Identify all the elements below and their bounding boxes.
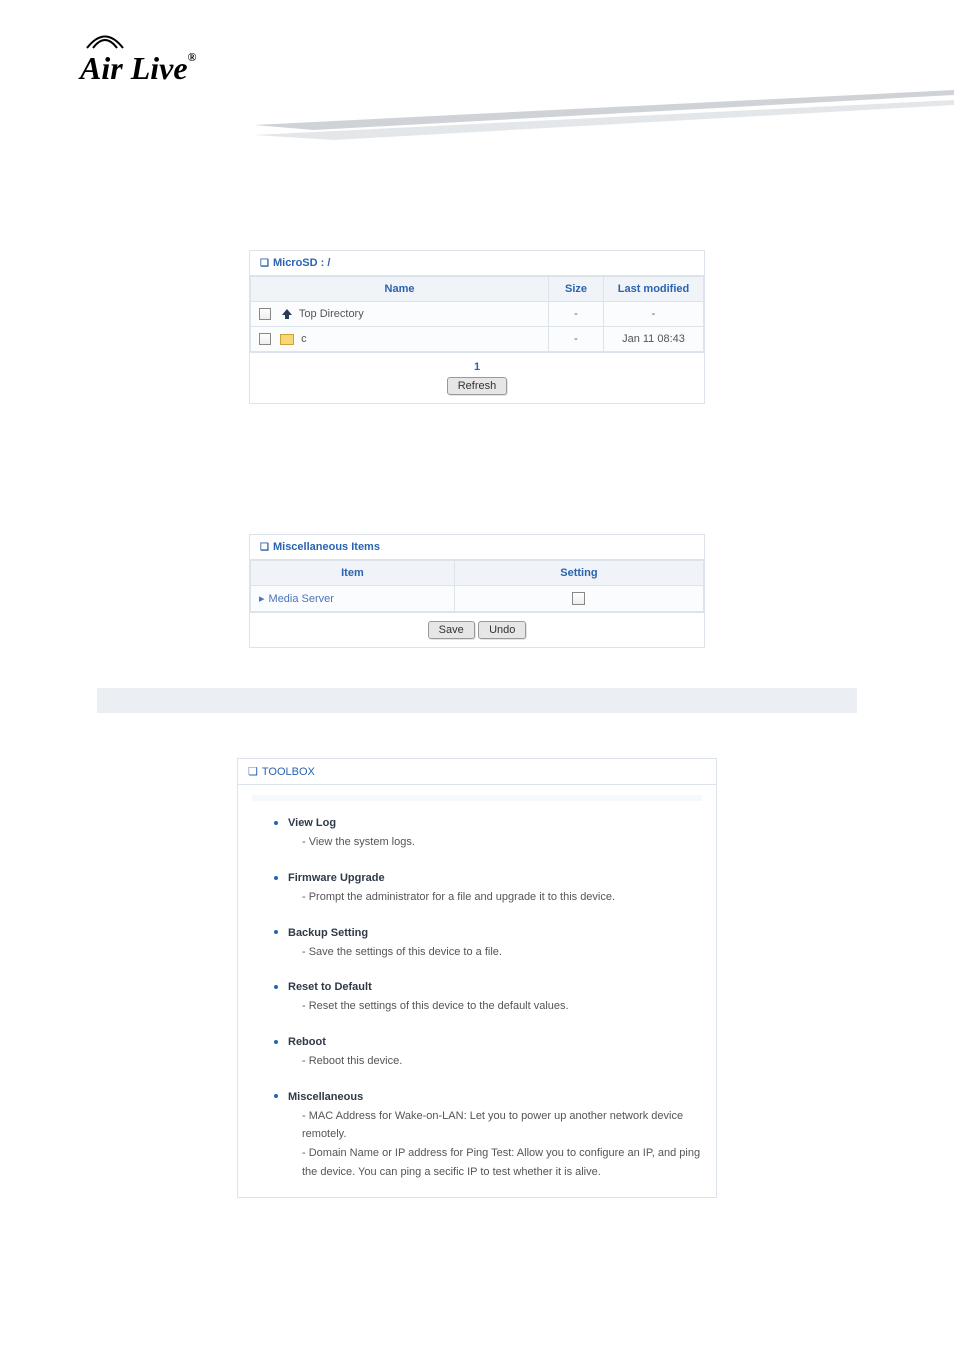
- bullet-icon: [274, 985, 278, 989]
- bullet-icon: [274, 876, 278, 880]
- toolbox-item-misc: Miscellaneous - MAC Address for Wake-on-…: [274, 1089, 702, 1182]
- page-header: Air Live®: [0, 0, 954, 150]
- toolbox-link[interactable]: Reboot: [288, 1036, 326, 1048]
- toolbox-item-reboot: Reboot - Reboot this device.: [274, 1034, 702, 1071]
- col-name: Name: [251, 277, 549, 302]
- refresh-button[interactable]: Refresh: [447, 377, 508, 395]
- toolbox-item-viewlog: View Log - View the system logs.: [274, 815, 702, 852]
- undo-button[interactable]: Undo: [478, 621, 526, 639]
- logo-text: Air Live: [80, 50, 188, 86]
- row-checkbox[interactable]: [259, 308, 271, 320]
- table-row[interactable]: Top Directory - -: [251, 302, 704, 327]
- col-item: Item: [251, 561, 455, 586]
- row-checkbox[interactable]: [259, 333, 271, 345]
- toolbox-desc: - Reboot this device.: [302, 1052, 702, 1071]
- row-size: -: [549, 327, 604, 352]
- table-row: ▸Media Server: [251, 586, 704, 612]
- toolbox-desc: - Prompt the administrator for a file an…: [302, 888, 702, 907]
- misc-table: Item Setting ▸Media Server: [250, 560, 704, 612]
- page-number[interactable]: 1: [258, 361, 696, 373]
- toolbox-desc: - MAC Address for Wake-on-LAN: Let you t…: [302, 1107, 702, 1182]
- toolbox-item-firmware: Firmware Upgrade - Prompt the administra…: [274, 870, 702, 907]
- toolbox-link[interactable]: Firmware Upgrade: [288, 872, 385, 884]
- row-modified: -: [604, 302, 704, 327]
- panel-arrow-icon: ❏: [260, 258, 269, 269]
- toolbox-desc: - View the system logs.: [302, 833, 702, 852]
- airlive-logo: Air Live®: [80, 50, 197, 87]
- table-row[interactable]: c - Jan 11 08:43: [251, 327, 704, 352]
- bullet-icon: [274, 821, 278, 825]
- folder-icon: [280, 334, 294, 345]
- microsd-footer: 1 Refresh: [250, 352, 704, 403]
- row-name: Top Directory: [299, 308, 364, 320]
- bullet-icon: [274, 930, 278, 934]
- col-size: Size: [549, 277, 604, 302]
- row-name: c: [301, 333, 307, 345]
- toolbox-link[interactable]: View Log: [288, 817, 336, 829]
- misc-footer: Save Undo: [250, 612, 704, 647]
- toolbox-body: View Log - View the system logs. Firmwar…: [238, 785, 716, 1197]
- toolbox-inner-bar: [252, 795, 702, 801]
- misc-panel: ❏Miscellaneous Items Item Setting ▸Media…: [249, 534, 705, 648]
- up-arrow-icon: [280, 308, 294, 320]
- toolbox-link[interactable]: Miscellaneous: [288, 1090, 363, 1102]
- microsd-panel: ❏MicroSD : / Name Size Last modified Top…: [249, 250, 705, 404]
- misc-title: ❏Miscellaneous Items: [250, 535, 704, 560]
- col-modified: Last modified: [604, 277, 704, 302]
- toolbox-desc: - Save the settings of this device to a …: [302, 943, 702, 962]
- toolbox-link[interactable]: Backup Setting: [288, 926, 368, 938]
- toolbox-list: View Log - View the system logs. Firmwar…: [252, 815, 702, 1181]
- wifi-arcs-icon: [85, 30, 125, 50]
- section-divider: [97, 688, 857, 713]
- toolbox-desc: - Reset the settings of this device to t…: [302, 997, 702, 1016]
- bullet-icon: [274, 1040, 278, 1044]
- toolbox-title: ❏TOOLBOX: [238, 759, 716, 785]
- microsd-table: Name Size Last modified Top Directory - …: [250, 276, 704, 352]
- triangle-icon: ▸: [259, 593, 265, 605]
- microsd-title: ❏MicroSD : /: [250, 251, 704, 276]
- toolbox-panel: ❏TOOLBOX View Log - View the system logs…: [237, 758, 717, 1198]
- media-server-link[interactable]: ▸Media Server: [259, 593, 334, 605]
- row-size: -: [549, 302, 604, 327]
- col-setting: Setting: [454, 561, 703, 586]
- toolbox-item-backup: Backup Setting - Save the settings of th…: [274, 925, 702, 962]
- row-modified: Jan 11 08:43: [604, 327, 704, 352]
- panel-arrow-icon: ❏: [260, 542, 269, 553]
- save-button[interactable]: Save: [428, 621, 475, 639]
- panel-arrow-icon: ❏: [248, 766, 258, 778]
- header-swoosh: [254, 90, 954, 150]
- toolbox-item-reset: Reset to Default - Reset the settings of…: [274, 979, 702, 1016]
- bullet-icon: [274, 1094, 278, 1098]
- toolbox-link[interactable]: Reset to Default: [288, 981, 372, 993]
- logo-reg: ®: [188, 50, 197, 64]
- media-server-checkbox[interactable]: [572, 592, 585, 605]
